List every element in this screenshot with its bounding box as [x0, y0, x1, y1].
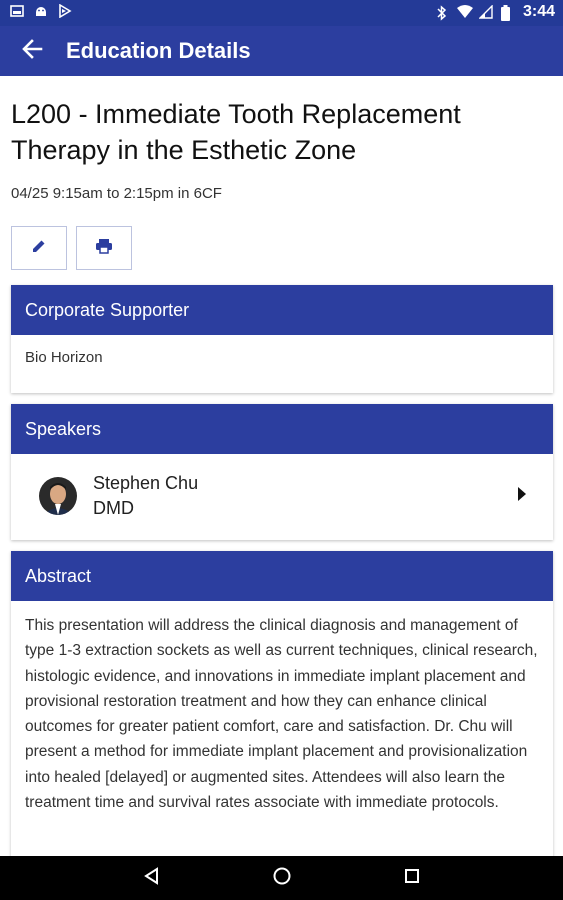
content-scroll-area[interactable]: L200 - Immediate Tooth Replacement Thera…	[0, 76, 563, 856]
app-bar: Education Details	[0, 26, 563, 76]
chevron-right-icon	[517, 487, 527, 506]
speakers-card: Speakers Stephen Chu DMD	[11, 404, 553, 540]
event-title: L200 - Immediate Tooth Replacement Thera…	[11, 99, 461, 165]
print-button[interactable]	[76, 226, 132, 270]
battery-icon	[500, 5, 515, 21]
corporate-supporter-header: Corporate Supporter	[11, 285, 553, 335]
speaker-credential: DMD	[93, 498, 134, 518]
play-store-icon	[58, 3, 72, 19]
corporate-supporter-value: Bio Horizon	[25, 349, 103, 366]
abstract-header: Abstract	[11, 551, 553, 601]
status-time: 3:44	[522, 3, 555, 20]
speaker-name: Stephen Chu	[93, 473, 199, 493]
corporate-supporter-card: Corporate Supporter Bio Horizon	[11, 285, 553, 393]
triangle-back-icon	[143, 866, 161, 890]
signal-icon	[478, 4, 493, 19]
nav-home-button[interactable]	[262, 858, 302, 898]
event-schedule: 04/25 9:15am to 2:15pm in 6CF	[11, 185, 222, 202]
system-nav-bar	[0, 856, 563, 900]
android-icon	[34, 4, 48, 18]
edit-button[interactable]	[11, 226, 67, 270]
speakers-header: Speakers	[11, 404, 553, 454]
nav-back-button[interactable]	[132, 858, 172, 898]
pencil-icon	[31, 238, 47, 259]
page-title: Education Details	[66, 38, 251, 63]
square-recents-icon	[403, 867, 421, 890]
back-button[interactable]	[10, 29, 54, 73]
nav-recents-button[interactable]	[392, 858, 432, 898]
avatar	[39, 477, 77, 515]
printer-icon	[95, 238, 113, 259]
bluetooth-icon	[435, 5, 449, 21]
abstract-text: This presentation will address the clini…	[25, 617, 538, 812]
speaker-list-item[interactable]: Stephen Chu DMD	[11, 454, 553, 538]
abstract-card: Abstract This presentation will address …	[11, 551, 553, 856]
status-bar: 3:44	[0, 0, 563, 26]
arrow-back-icon	[21, 38, 43, 65]
circle-home-icon	[272, 866, 292, 891]
screenshot-icon	[10, 4, 24, 18]
wifi-icon	[456, 5, 473, 19]
